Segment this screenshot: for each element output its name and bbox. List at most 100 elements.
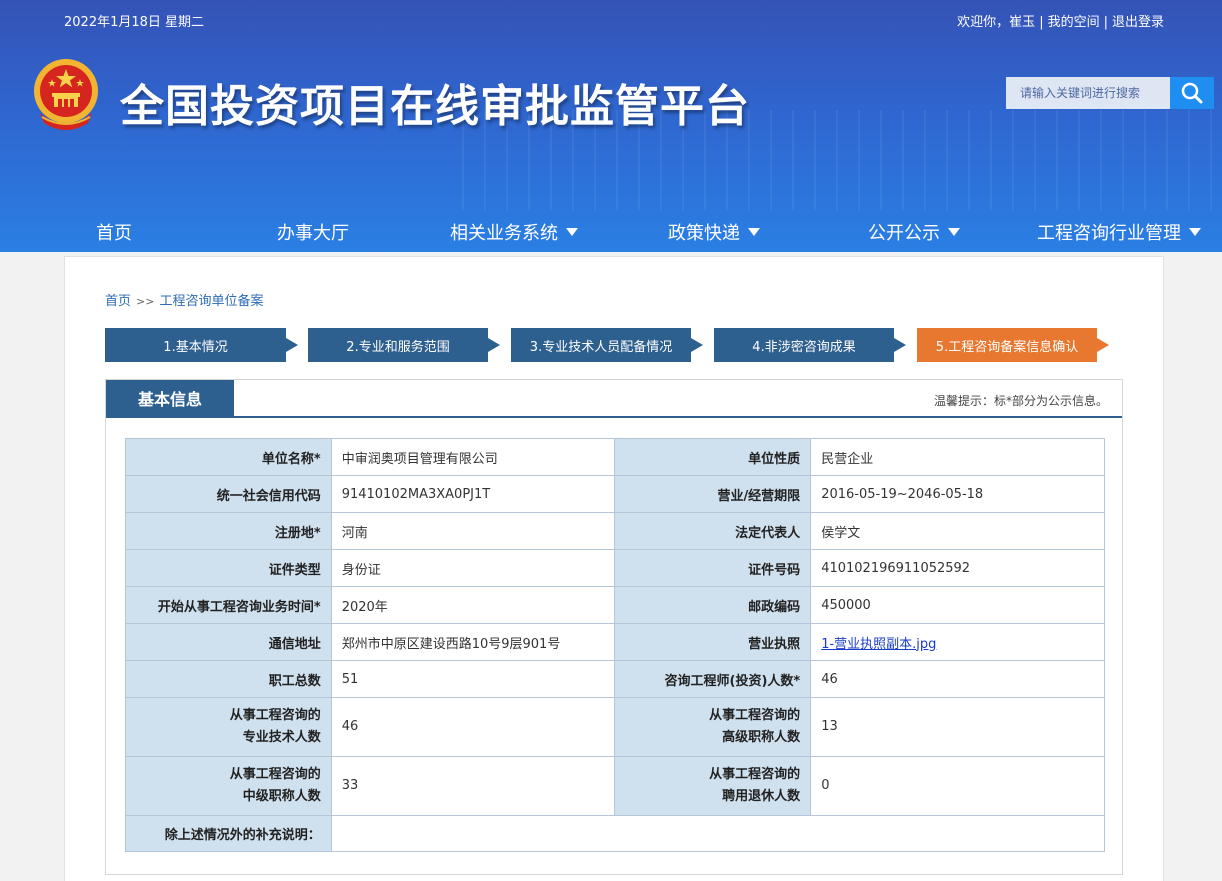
mid-value: 33 [330, 756, 616, 816]
table-row: 单位名称* 中审润奥项目管理有限公司 单位性质 民营企业 [125, 438, 1105, 476]
breadcrumb-home[interactable]: 首页 [105, 294, 131, 309]
nav-label: 公开公示 [868, 223, 940, 244]
mid-label: 从事工程咨询的中级职称人数 [125, 756, 332, 816]
site-title: 全国投资项目在线审批监管平台 [120, 81, 750, 132]
cert-no-value: 410102196911052592 [810, 549, 1105, 587]
nav-label: 工程咨询行业管理 [1037, 223, 1181, 244]
breadcrumb-current[interactable]: 工程咨询单位备案 [159, 294, 263, 309]
start-time-label: 开始从事工程咨询业务时间* [125, 586, 332, 624]
table-row: 职工总数 51 咨询工程师(投资)人数* 46 [125, 660, 1105, 698]
breadcrumb: 首页 >> 工程咨询单位备案 [105, 290, 263, 309]
credit-code-label: 统一社会信用代码 [125, 475, 332, 513]
legal-rep-value: 侯学文 [810, 512, 1105, 550]
tech-staff-value: 46 [330, 697, 616, 757]
table-row: 从事工程咨询的中级职称人数 33 从事工程咨询的聘用退休人数 0 [125, 756, 1105, 816]
table-row: 注册地* 河南 法定代表人 侯学文 [125, 512, 1105, 550]
site-header: 2022年1月18日 星期二 欢迎你，崔玉 | 我的空间 | 退出登录 全国投资项目在线… [0, 0, 1222, 252]
unit-nature-label: 单位性质 [614, 438, 812, 476]
business-term-value: 2016-05-19~2046-05-18 [810, 475, 1105, 513]
nav-policy[interactable]: 政策快递 [668, 219, 760, 245]
staff-total-label: 职工总数 [125, 660, 332, 698]
step-basic-info[interactable]: 1.基本情况 [105, 328, 298, 362]
my-space-link[interactable]: 我的空间 [1048, 15, 1100, 30]
label-line: 聘用退休人数 [722, 789, 801, 804]
engineers-label: 咨询工程师(投资)人数* [614, 660, 812, 698]
step-specialty-scope[interactable]: 2.专业和服务范围 [308, 328, 500, 362]
nav-home[interactable]: 首页 [96, 219, 132, 245]
unit-name-value: 中审润奥项目管理有限公司 [330, 438, 616, 476]
search-button[interactable] [1170, 77, 1214, 109]
caret-down-icon [566, 228, 578, 236]
staff-total-value: 51 [330, 660, 616, 698]
cert-no-label: 证件号码 [614, 549, 812, 587]
caret-down-icon [948, 228, 960, 236]
retired-value: 0 [810, 756, 1105, 816]
national-emblem-icon [34, 59, 98, 130]
engineers-value: 46 [810, 660, 1105, 698]
section-tip: 温馨提示：标*部分为公示信息。 [933, 394, 1108, 408]
main-nav: 首页 办事大厅 相关业务系统 政策快递 公开公示 工程咨询行业管理 [0, 210, 1222, 250]
section-title: 基本信息 [106, 380, 234, 416]
separator: | [1103, 15, 1108, 30]
license-cell: 1-营业执照副本.jpg [810, 623, 1105, 661]
tech-staff-label: 从事工程咨询的专业技术人数 [125, 697, 332, 757]
reg-place-label: 注册地* [125, 512, 332, 550]
unit-nature-value: 民营企业 [810, 438, 1105, 476]
nav-related-systems[interactable]: 相关业务系统 [450, 219, 578, 245]
welcome-text: 欢迎你，崔玉 [957, 15, 1036, 30]
retired-label: 从事工程咨询的聘用退休人数 [614, 756, 812, 816]
extra-value [330, 815, 1106, 852]
table-row: 从事工程咨询的专业技术人数 46 从事工程咨询的高级职称人数 13 [125, 697, 1105, 757]
nav-label: 办事大厅 [277, 223, 349, 244]
caret-down-icon [748, 228, 760, 236]
breadcrumb-separator: >> [136, 295, 155, 308]
table-row: 证件类型 身份证 证件号码 410102196911052592 [125, 549, 1105, 587]
logout-link[interactable]: 退出登录 [1112, 15, 1164, 30]
postcode-label: 邮政编码 [614, 586, 812, 624]
unit-name-label: 单位名称* [125, 438, 332, 476]
cert-type-label: 证件类型 [125, 549, 332, 587]
user-bar: 欢迎你，崔玉 | 我的空间 | 退出登录 [957, 11, 1164, 30]
senior-label: 从事工程咨询的高级职称人数 [614, 697, 812, 757]
extra-label: 除上述情况外的补充说明： [125, 815, 332, 852]
credit-code-value: 91410102MA3XA0PJ1T [330, 475, 616, 513]
nav-label: 相关业务系统 [450, 223, 558, 244]
step-confirm[interactable]: 5.工程咨询备案信息确认 [917, 328, 1109, 362]
nav-industry-management[interactable]: 工程咨询行业管理 [1037, 219, 1201, 245]
label-line: 从事工程咨询的 [229, 708, 321, 723]
address-label: 通信地址 [125, 623, 332, 661]
label-line: 从事工程咨询的 [709, 767, 801, 782]
label-line: 从事工程咨询的 [229, 767, 321, 782]
reg-place-value: 河南 [330, 512, 616, 550]
basic-info-section: 基本信息 温馨提示：标*部分为公示信息。 单位名称* 中审润奥项目管理有限公司 … [105, 379, 1123, 875]
search-input[interactable] [1006, 77, 1170, 109]
separator: | [1039, 15, 1044, 30]
nav-service-hall[interactable]: 办事大厅 [277, 219, 349, 245]
nav-label: 政策快递 [668, 223, 740, 244]
postcode-value: 450000 [810, 586, 1105, 624]
legal-rep-label: 法定代表人 [614, 512, 812, 550]
table-row: 除上述情况外的补充说明： [125, 815, 1106, 852]
current-date: 2022年1月18日 星期二 [64, 15, 205, 30]
senior-value: 13 [810, 697, 1105, 757]
step-tech-staff[interactable]: 3.专业技术人员配备情况 [511, 328, 703, 362]
label-line: 专业技术人数 [242, 730, 321, 745]
license-file-link[interactable]: 1-营业执照副本.jpg [821, 637, 936, 652]
section-header: 基本信息 温馨提示：标*部分为公示信息。 [106, 380, 1122, 418]
main-panel: 首页 >> 工程咨询单位备案 1.基本情况 2.专业和服务范围 3.专业技术人员配备… [64, 256, 1164, 881]
basic-info-table: 单位名称* 中审润奥项目管理有限公司 单位性质 民营企业 统一社会信用代码 91… [125, 438, 1106, 852]
label-line: 从事工程咨询的 [709, 708, 801, 723]
table-row: 通信地址 郑州市中原区建设西路10号9层901号 营业执照 1-营业执照副本.j… [125, 623, 1105, 661]
cert-type-value: 身份证 [330, 549, 616, 587]
nav-label: 首页 [96, 223, 132, 244]
start-time-value: 2020年 [330, 586, 616, 624]
search-icon [1181, 82, 1203, 104]
caret-down-icon [1189, 228, 1201, 236]
label-line: 高级职称人数 [722, 730, 801, 745]
table-row: 开始从事工程咨询业务时间* 2020年 邮政编码 450000 [125, 586, 1105, 624]
step-consulting-results[interactable]: 4.非涉密咨询成果 [714, 328, 906, 362]
table-row: 统一社会信用代码 91410102MA3XA0PJ1T 营业/经营期限 2016… [125, 475, 1105, 513]
nav-public-notice[interactable]: 公开公示 [868, 219, 960, 245]
label-line: 中级职称人数 [242, 789, 321, 804]
business-term-label: 营业/经营期限 [614, 475, 812, 513]
